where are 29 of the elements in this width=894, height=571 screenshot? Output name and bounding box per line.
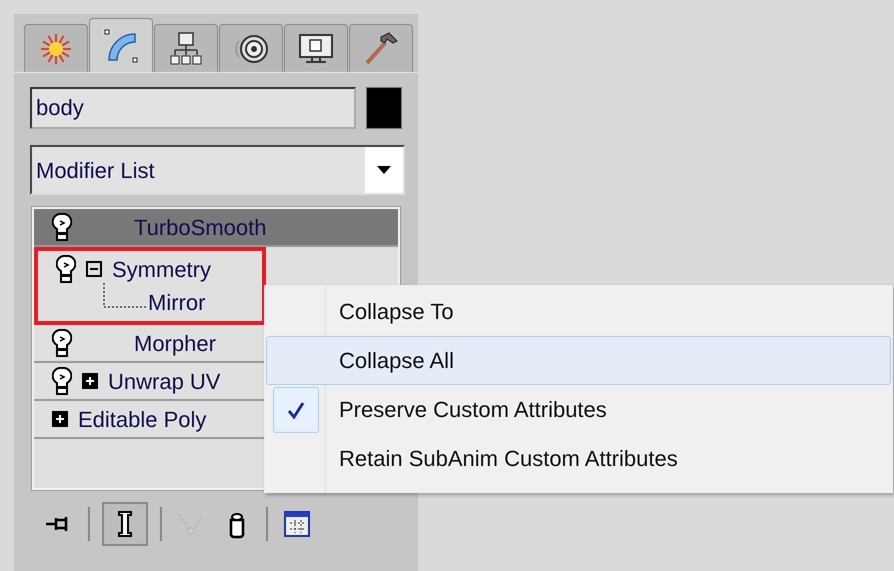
modifier-name: Symmetry xyxy=(112,256,211,284)
menu-item[interactable]: Retain SubAnim Custom Attributes xyxy=(266,434,891,483)
panel-tab[interactable] xyxy=(219,24,283,72)
arc-shape-icon xyxy=(103,28,139,64)
expand-icon[interactable] xyxy=(82,373,98,389)
modifier-name: Unwrap UV xyxy=(108,368,220,396)
modifier-name: Editable Poly xyxy=(78,406,206,434)
panel-tab[interactable] xyxy=(154,24,218,72)
hierarchy-icon xyxy=(168,30,204,66)
collapse-icon[interactable] xyxy=(86,261,102,277)
subobject-name[interactable]: Mirror xyxy=(148,286,206,321)
lightbulb-icon[interactable] xyxy=(52,213,72,241)
color-swatch[interactable] xyxy=(366,87,402,129)
lightbulb-icon[interactable] xyxy=(52,329,72,357)
window-grid-icon xyxy=(282,509,312,539)
lightbulb-icon[interactable] xyxy=(56,255,76,283)
modifier-name: Morpher xyxy=(133,330,216,358)
stack-row[interactable]: TurboSmooth xyxy=(34,209,398,245)
menu-item[interactable]: Collapse All xyxy=(266,336,891,385)
hammer-icon xyxy=(363,30,399,66)
expand-icon[interactable] xyxy=(52,411,68,427)
stack-tool-button[interactable] xyxy=(102,502,148,546)
lightbulb-icon[interactable] xyxy=(52,367,72,395)
stack-row[interactable]: Symmetry xyxy=(38,251,262,287)
modifier-name: TurboSmooth xyxy=(133,214,266,242)
modifier-list-dropdown[interactable]: Modifier List xyxy=(30,145,405,195)
panel-tab[interactable] xyxy=(284,24,348,72)
object-name-field[interactable]: body xyxy=(30,87,356,129)
dropdown-arrow-icon xyxy=(377,166,391,174)
